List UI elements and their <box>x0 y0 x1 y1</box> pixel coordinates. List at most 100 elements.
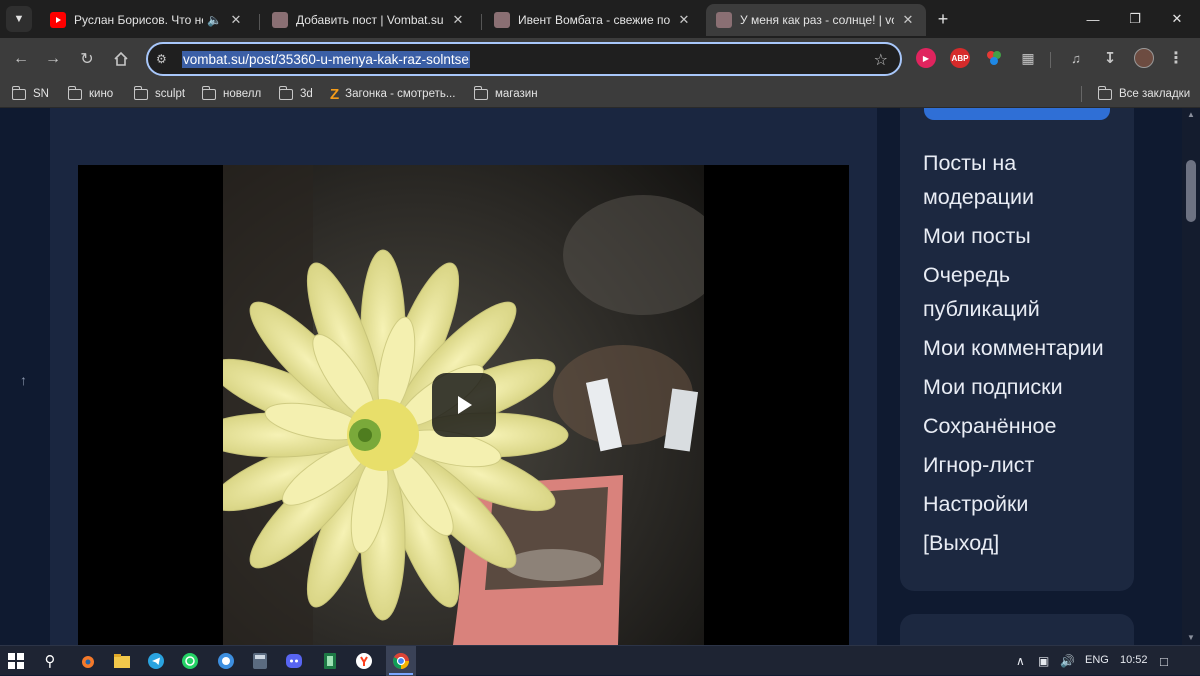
network-icon[interactable]: ▣ <box>1038 654 1049 668</box>
menu-item-settings[interactable]: Настройки <box>923 487 1123 521</box>
url-text[interactable]: vombat.su/post/35360-u-menya-kak-raz-sol… <box>182 50 470 68</box>
vombat-icon <box>494 12 510 28</box>
menu-item-moderation[interactable]: Посты на модерации <box>923 146 1123 214</box>
scrollbar-thumb[interactable] <box>1186 160 1196 222</box>
toolbar-divider <box>1050 52 1051 68</box>
folder-icon <box>473 85 488 100</box>
all-bookmarks-button[interactable]: Все закладки <box>1097 85 1190 102</box>
bookmark-novell[interactable]: новелл <box>201 85 261 102</box>
sheets-app-icon[interactable] <box>320 651 340 671</box>
sidebar-primary-button[interactable] <box>924 108 1110 120</box>
back-button[interactable]: ← <box>8 46 34 72</box>
folder-icon <box>1097 85 1112 100</box>
video-player[interactable] <box>78 165 849 645</box>
browser-blue-icon[interactable] <box>216 651 236 671</box>
download-icon[interactable]: ↧ <box>1100 48 1120 68</box>
language-indicator[interactable]: ENG <box>1085 654 1109 666</box>
tab-title: У меня как раз - солнце! | vombat <box>740 13 894 27</box>
minimize-icon: — <box>1086 11 1100 27</box>
bookmarks-divider <box>1081 86 1082 102</box>
chevron-down-icon: ▼ <box>13 13 25 25</box>
bookmark-sculpt[interactable]: sculpt <box>133 85 185 102</box>
tab-divider <box>481 14 482 30</box>
discord-icon[interactable] <box>284 651 304 671</box>
menu-item-my-comments[interactable]: Мои комментарии <box>923 331 1123 365</box>
tab-search-button[interactable]: ▼ <box>6 6 32 32</box>
menu-item-queue[interactable]: Очередь публикаций <box>923 258 1123 326</box>
page-content: ↑ Посты на модерации Мои посты Очередь п… <box>0 108 1200 645</box>
bookmark-sn[interactable]: SN <box>11 85 49 102</box>
menu-item-subscriptions[interactable]: Мои подписки <box>923 370 1123 404</box>
menu-item-my-posts[interactable]: Мои посты <box>923 219 1123 253</box>
clock[interactable]: 10:52 <box>1120 654 1148 666</box>
colorful-ext-icon[interactable] <box>984 48 1004 68</box>
scroll-to-top-button[interactable]: ↑ <box>20 372 27 388</box>
home-icon <box>114 51 128 66</box>
minimize-button[interactable]: — <box>1078 6 1108 32</box>
folder-icon <box>11 85 26 100</box>
tab-strip: ▼ Руслан Борисов. Что не так 🔈 ✕ Добавит… <box>0 0 1200 38</box>
tab-current-post[interactable]: У меня как раз - солнце! | vombat ✕ <box>706 4 926 36</box>
tab-add-post[interactable]: Добавить пост | Vombat.su ✕ <box>262 4 476 36</box>
scroll-down-arrow-icon[interactable]: ▼ <box>1187 633 1195 642</box>
scroll-up-arrow-icon[interactable]: ▲ <box>1187 110 1195 119</box>
menu-item-logout[interactable]: [Выход] <box>923 526 1123 560</box>
blender-icon[interactable] <box>78 651 98 671</box>
file-explorer-icon[interactable] <box>112 651 132 671</box>
bookmark-star-icon[interactable]: ☆ <box>874 50 888 70</box>
youtube-icon <box>50 12 66 28</box>
close-icon[interactable]: ✕ <box>676 12 692 28</box>
vombat-icon <box>272 12 288 28</box>
tray-chevron-up-icon[interactable]: ∧ <box>1016 654 1025 668</box>
tab-youtube[interactable]: Руслан Борисов. Что не так 🔈 ✕ <box>40 4 254 36</box>
address-bar[interactable]: ⚙ vombat.su/post/35360-u-menya-kak-raz-s… <box>146 42 902 76</box>
media-control-icon[interactable]: ♫ <box>1066 48 1086 68</box>
folder-icon <box>278 85 293 100</box>
bookmark-magazin[interactable]: магазин <box>473 85 538 102</box>
post-card <box>50 108 877 645</box>
browser-toolbar: ← → ↻ ⚙ vombat.su/post/35360-u-menya-kak… <box>0 38 1200 80</box>
restore-icon: ❐ <box>1129 11 1141 26</box>
play-button[interactable] <box>432 373 496 437</box>
speaker-icon[interactable]: 🔈 <box>207 13 222 27</box>
tab-event[interactable]: Ивент Вомбата - свежие посты ✕ <box>484 4 702 36</box>
reload-icon: ↻ <box>80 51 94 68</box>
folder-icon <box>201 85 216 100</box>
menu-item-ignore-list[interactable]: Игнор-лист <box>923 448 1123 482</box>
home-button[interactable] <box>108 46 134 72</box>
tab-title: Руслан Борисов. Что не так <box>74 13 203 27</box>
bookmark-3d[interactable]: 3d <box>278 85 313 102</box>
page-scrollbar[interactable]: ▲ ▼ <box>1182 108 1200 645</box>
menu-item-saved[interactable]: Сохранённое <box>923 409 1123 443</box>
volume-icon[interactable]: 🔊 <box>1060 654 1075 668</box>
whatsapp-icon[interactable] <box>180 651 200 671</box>
telegram-icon[interactable] <box>146 651 166 671</box>
chrome-icon[interactable] <box>391 651 411 671</box>
new-tab-button[interactable]: + <box>932 8 954 30</box>
close-icon[interactable]: ✕ <box>450 12 466 28</box>
bookmark-zagonka[interactable]: Z Загонка - смотреть... <box>330 86 455 103</box>
calculator-icon[interactable] <box>250 651 270 671</box>
profile-avatar[interactable] <box>1134 48 1154 68</box>
forward-button[interactable]: → <box>40 46 66 72</box>
close-icon[interactable]: ✕ <box>228 12 244 28</box>
windows-start-icon[interactable] <box>6 651 26 671</box>
site-settings-icon[interactable]: ⚙ <box>156 52 176 66</box>
notifications-icon[interactable]: □ <box>1160 654 1168 669</box>
folder-icon <box>133 85 148 100</box>
bookmark-kino[interactable]: кино <box>67 85 113 102</box>
video-ext-icon[interactable]: ▶ <box>916 48 936 68</box>
tab-title: Добавить пост | Vombat.su <box>296 13 444 27</box>
post-header-cut <box>78 108 698 116</box>
menu-kebab-icon[interactable]: ⋮ <box>1166 48 1186 68</box>
close-window-button[interactable]: ✕ <box>1162 6 1192 32</box>
search-icon[interactable]: ⚲ <box>40 651 60 671</box>
restore-button[interactable]: ❐ <box>1120 6 1150 32</box>
close-icon[interactable]: ✕ <box>900 12 916 28</box>
plus-icon: + <box>937 8 949 29</box>
folder-icon <box>67 85 82 100</box>
reload-button[interactable]: ↻ <box>74 46 100 72</box>
adblock-icon[interactable]: ABP <box>950 48 970 68</box>
yandex-browser-icon[interactable] <box>354 651 374 671</box>
extensions-puzzle-icon[interactable]: ▦ <box>1018 48 1038 68</box>
